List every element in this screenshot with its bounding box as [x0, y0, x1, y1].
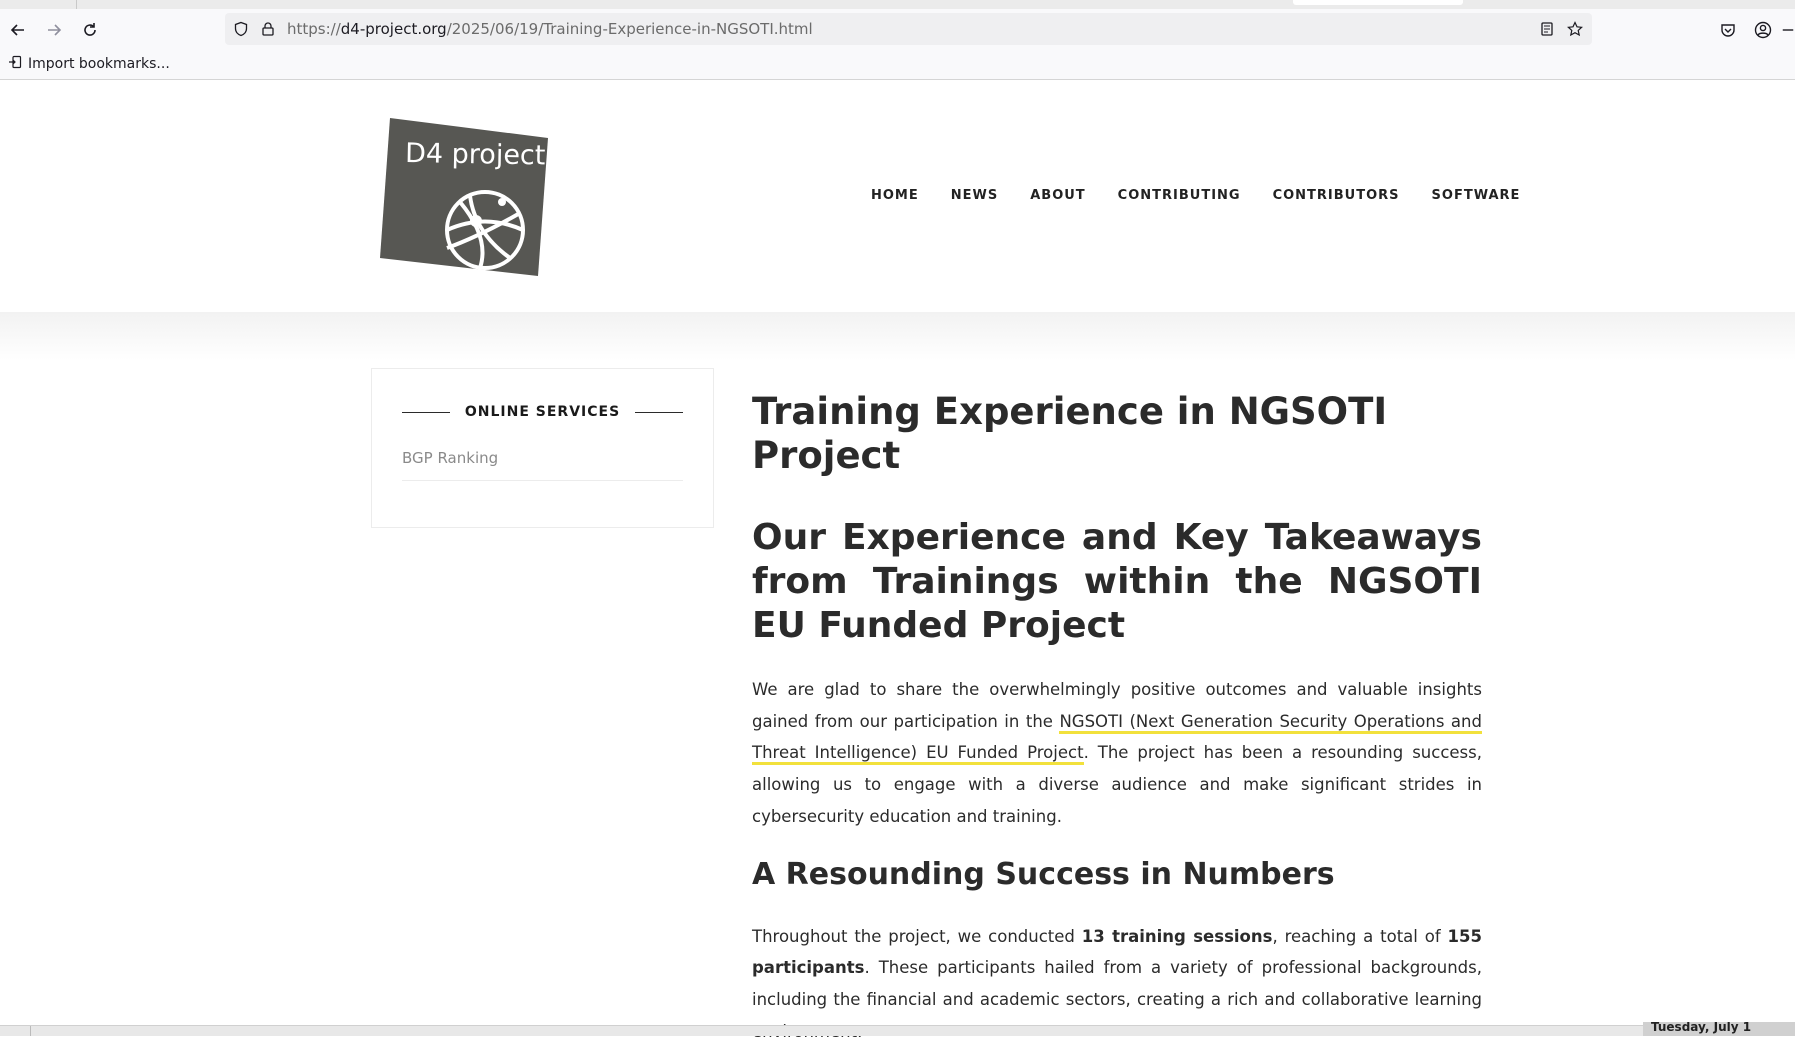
sidebar-title: ONLINE SERVICES	[402, 404, 684, 420]
browser-toolbar: https://d4-project.org/2025/06/19/Traini…	[0, 9, 1795, 49]
import-icon	[8, 55, 22, 73]
sidebar-title-text: ONLINE SERVICES	[464, 404, 621, 420]
taskbar-date[interactable]: Tuesday, July 1	[1643, 1022, 1795, 1036]
tab-separator	[76, 0, 77, 9]
import-bookmarks-label: Import bookmarks...	[28, 56, 170, 72]
reload-icon[interactable]	[78, 18, 102, 42]
reader-view-icon[interactable]	[1535, 17, 1559, 41]
intro-paragraph: We are glad to share the overwhelmingly …	[752, 674, 1482, 833]
site-logo[interactable]: D4 project	[380, 118, 548, 276]
url-bar[interactable]: https://d4-project.org/2025/06/19/Traini…	[225, 13, 1592, 45]
import-bookmarks-button[interactable]: Import bookmarks...	[8, 55, 170, 73]
nav-contributors[interactable]: CONTRIBUTORS	[1273, 188, 1400, 203]
title-rule-left	[402, 411, 450, 413]
tab-fragment[interactable]	[1293, 0, 1463, 5]
pocket-icon[interactable]	[1716, 18, 1740, 42]
numbers-bold-sessions: 13 training sessions	[1081, 926, 1273, 946]
url-domain: d4-project.org	[340, 20, 447, 38]
site-header: D4 project HOME NEWS ABOUT CONTRIBUTING …	[0, 80, 1795, 312]
sidebar-divider	[402, 480, 683, 481]
article-subtitle: Our Experience and Key Takeaways from Tr…	[752, 517, 1482, 646]
star-icon[interactable]	[1563, 17, 1587, 41]
main-nav: HOME NEWS ABOUT CONTRIBUTING CONTRIBUTOR…	[871, 188, 1552, 203]
sidebar-link-bgp-ranking[interactable]: BGP Ranking	[402, 449, 498, 467]
nav-about[interactable]: ABOUT	[1030, 188, 1085, 203]
logo-text: D4 project	[405, 138, 546, 171]
nav-contributing[interactable]: CONTRIBUTING	[1118, 188, 1241, 203]
article-title: Training Experience in NGSOTI Project	[752, 390, 1388, 477]
title-rule-right	[635, 411, 684, 413]
lock-icon[interactable]	[256, 17, 280, 41]
numbers-text-2: , reaching a total of	[1272, 926, 1448, 946]
forward-icon[interactable]	[42, 18, 66, 42]
article: Training Experience in NGSOTI Project Ou…	[752, 390, 1482, 1047]
section-heading: A Resounding Success in Numbers	[752, 856, 1335, 892]
account-icon[interactable]	[1751, 18, 1775, 42]
tab-strip	[0, 0, 1795, 9]
system-taskbar: Tuesday, July 1	[0, 1022, 1795, 1036]
nav-software[interactable]: SOFTWARE	[1432, 188, 1521, 203]
nav-home[interactable]: HOME	[871, 188, 919, 203]
url-path: /2025/06/19/Training-Experience-in-NGSOT…	[446, 20, 813, 38]
back-icon[interactable]	[6, 18, 30, 42]
shield-icon[interactable]	[229, 17, 253, 41]
overflow-menu-icon[interactable]	[1781, 18, 1795, 42]
numbers-text-1: Throughout the project, we conducted	[752, 926, 1082, 946]
url-prefix: https://	[287, 20, 341, 38]
header-shadow	[0, 312, 1795, 360]
bookmarks-toolbar: Import bookmarks...	[0, 49, 1795, 80]
url-text[interactable]: https://d4-project.org/2025/06/19/Traini…	[287, 20, 813, 38]
nav-news[interactable]: NEWS	[951, 188, 998, 203]
sidebar-widget: ONLINE SERVICES BGP Ranking	[371, 368, 714, 528]
